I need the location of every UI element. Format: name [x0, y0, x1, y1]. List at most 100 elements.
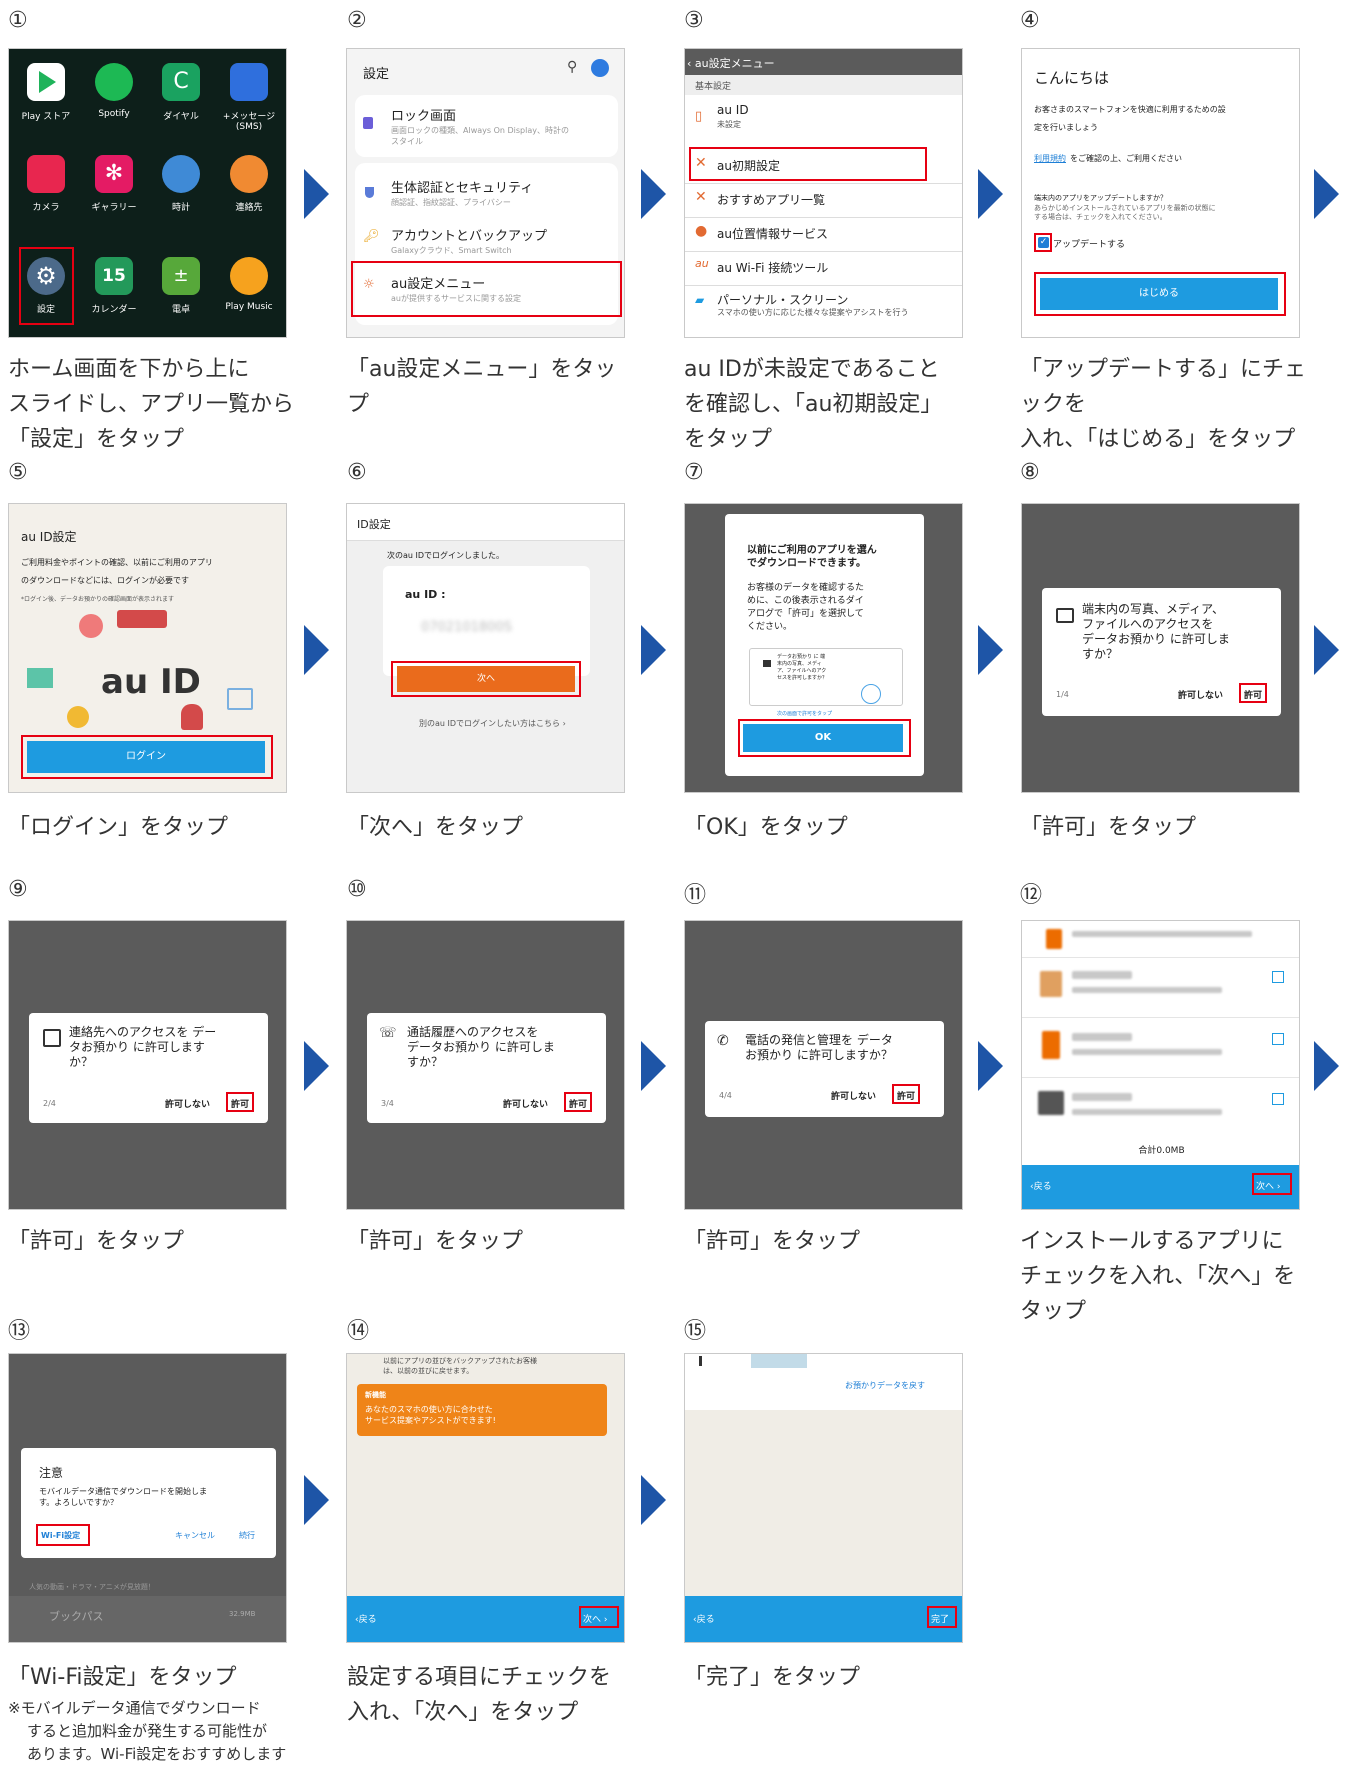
dialog-title: 注意 [39, 1466, 64, 1480]
section-label: 基本設定 [695, 82, 732, 92]
point-icon [67, 706, 89, 728]
next-arrow [304, 625, 329, 675]
screenshot-id-settings: ID設定 次のau IDでログインしました。 au ID : 070210180… [346, 503, 625, 793]
app-label: カメラ [32, 203, 60, 213]
screenshot-permission-media: 端末内の写真、メディア、 ファイルへのアクセスを データお預かり に許可しま す… [1021, 503, 1300, 793]
auid-label: au ID [717, 103, 749, 117]
app-label: 連絡先 [235, 203, 263, 213]
cancel-button[interactable]: キャンセル [175, 1530, 215, 1541]
step-caption: au IDが未設定であること を確認し、「au初期設定」 をタップ [684, 357, 943, 452]
backup-note: 以前にアプリの並びをバックアップされたお客様 は、以前の並びに戻せます。 [383, 1357, 537, 1375]
menu-item-sub: スマホの使い方に応じた様々な提案やアシストを行う [717, 308, 909, 317]
deny-button[interactable]: 許可しない [831, 1089, 876, 1102]
continue-button[interactable]: 続行 [239, 1530, 255, 1541]
permission-dialog: 連絡先へのアクセスを デー タお預かり に許可します か？ 2/4 許可しない … [29, 1013, 268, 1123]
other-id-link[interactable]: 別のau IDでログインしたい方はこちら › [419, 718, 566, 729]
menu-item: おすすめアプリ一覧 [717, 193, 826, 207]
restore-data-link[interactable]: お預かりデータを戻す [845, 1380, 925, 1391]
step-caption: 「OK」をタップ [684, 815, 848, 840]
checkbox[interactable] [1272, 971, 1284, 983]
app-label: Play Music [225, 302, 273, 312]
monitor-icon [227, 688, 253, 710]
next-arrow [641, 169, 666, 219]
next-arrow [1314, 1041, 1339, 1091]
settings-item-title: ロック画面 [391, 109, 457, 124]
auid-icon: ▯ [695, 109, 703, 124]
highlight-next-button [391, 661, 581, 697]
terms-text: をご確認の上、ご利用ください [1070, 154, 1182, 163]
key-icon: 🔑︎ [363, 229, 380, 244]
permission-count: 1/4 [1056, 690, 1069, 699]
highlight-done-button [927, 1606, 957, 1628]
step-number: ⑥ [347, 460, 367, 485]
deny-button[interactable]: 許可しない [1178, 688, 1223, 701]
clock-icon [162, 155, 200, 193]
settings-item-sub: 顔認証、指紋認証、プライバシー [391, 198, 511, 207]
step-number: ⑫ [1020, 883, 1043, 908]
back-button[interactable]: ‹戻る [355, 1612, 377, 1625]
account-icon [591, 59, 609, 77]
shield-icon [365, 187, 374, 198]
checkbox[interactable] [1272, 1093, 1284, 1105]
app-name: ブックパス [49, 1610, 104, 1623]
screenshot-download-dialog: 以前にご利用のアプリを選ん でダウンロードできます。 お客様のデータを確認するた… [684, 503, 963, 793]
step-number: ② [347, 8, 367, 33]
deny-button[interactable]: 許可しない [165, 1097, 210, 1110]
step-note: ※モバイルデータ通信でダウンロード すると追加料金が発生する可能性が あります。… [8, 1699, 287, 1763]
folder-icon [1056, 608, 1074, 623]
dialog-title: 以前にご利用のアプリを選ん でダウンロードできます。 [747, 545, 877, 569]
next-arrow [641, 1041, 666, 1091]
spotify-icon [95, 63, 133, 101]
permission-count: 3/4 [381, 1099, 394, 1108]
app-desc: 人気の動画・ドラマ・アニメが見放題！ [29, 1583, 155, 1591]
mini-dialog-text: データお預かり に 端 末内の写真、メディ ア、ファイルへのアク セスを許可しま… [777, 654, 828, 681]
menu-item: パーソナル・スクリーン [717, 293, 849, 307]
permission-count: 4/4 [719, 1091, 732, 1100]
step-number: ⑩ [347, 877, 367, 902]
caution-dialog: 注意 モバイルデータ通信でダウンロードを開始しま す。よろしいですか？ Wi-F… [21, 1448, 276, 1558]
back-button[interactable]: ‹戻る [693, 1612, 715, 1625]
auid-status: 未設定 [717, 120, 741, 129]
search-icon: ⚲ [567, 59, 578, 75]
new-feature-text: あなたのスマホの使い方に合わせた サービス提案やアシストができます! [365, 1405, 496, 1425]
gallery-icon: ✻ [95, 155, 133, 193]
highlight-allow [226, 1092, 254, 1112]
app-label: 電卓 [171, 305, 190, 315]
checkbox[interactable] [1272, 1033, 1284, 1045]
call-log-icon: ☏ [379, 1025, 397, 1041]
calculator-icon: ± [162, 257, 200, 295]
highlight-checkbox [1034, 233, 1052, 252]
calendar-icon: 15 [95, 257, 133, 295]
highlight-next-button [579, 1606, 619, 1628]
highlight-allow [564, 1092, 592, 1112]
highlight-next-button [1252, 1173, 1292, 1195]
step-number: ① [8, 8, 28, 33]
screenshot-assist-settings: 以前にアプリの並びをバックアップされたお客様 は、以前の並びに戻せます。 新機能… [346, 1353, 625, 1643]
dial-icon: C [162, 63, 200, 101]
step-caption: ホーム画面を下から上に スライドし、アプリ一覧から 「設定」をタップ [8, 357, 295, 452]
deny-button[interactable]: 許可しない [503, 1097, 548, 1110]
highlight-allow [1239, 683, 1267, 703]
header-title: ‹ au設定メニュー [687, 57, 775, 70]
step-caption: 「アップデートする」にチェックを 入れ、「はじめる」をタップ [1020, 357, 1307, 452]
contacts-icon [230, 155, 268, 193]
next-arrow [1314, 625, 1339, 675]
folder-icon [763, 660, 771, 667]
permission-text: 電話の発信と管理を データ お預かり に許可しますか？ [745, 1033, 893, 1062]
screenshot-caution-dialog: 注意 モバイルデータ通信でダウンロードを開始しま す。よろしいですか？ Wi-F… [8, 1353, 287, 1643]
menu-item: au Wi-Fi 接続ツール [717, 261, 829, 275]
back-button[interactable]: ‹戻る [1030, 1179, 1052, 1192]
login-message: 次のau IDでログインしました。 [387, 551, 505, 560]
au-wifi-icon: au [695, 257, 709, 270]
screenshot-app-list: 合計0.0MB ‹戻る 次へ › [1021, 920, 1300, 1210]
highlight-ok-button [738, 719, 911, 757]
permission-text: 連絡先へのアクセスを デー タお預かり に許可します か？ [69, 1025, 217, 1069]
step-caption: 「完了」をタップ [684, 1665, 861, 1690]
step-caption: 「Wi-Fi設定」をタップ [8, 1665, 237, 1690]
step-number: ⑮ [684, 1319, 707, 1344]
terms-link[interactable]: 利用規約 [1034, 153, 1066, 164]
next-arrow [1314, 169, 1339, 219]
screenshot-settings: 設定 ⚲ ロック画面 画面ロックの種類、Always On Display、時計… [346, 48, 625, 338]
gift-icon [27, 668, 53, 688]
step-caption: インストールするアプリに チェックを入れ、「次へ」を タップ [1020, 1229, 1296, 1324]
